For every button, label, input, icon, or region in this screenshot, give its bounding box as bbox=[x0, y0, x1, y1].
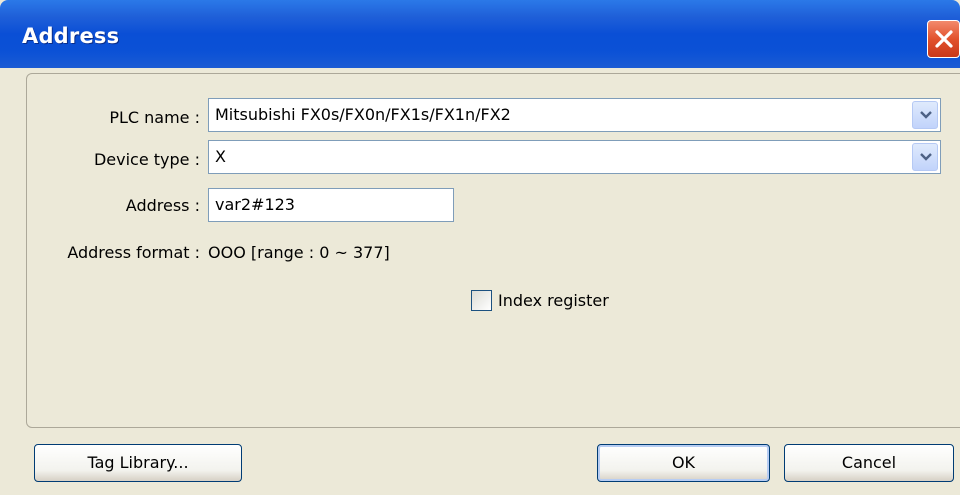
address-format-label: Address format : bbox=[67, 243, 200, 262]
ok-button[interactable]: OK bbox=[597, 444, 770, 482]
plc-name-dropdown[interactable]: Mitsubishi FX0s/FX0n/FX1s/FX1n/FX2 bbox=[208, 98, 941, 132]
index-register-label[interactable]: Index register bbox=[498, 291, 609, 310]
address-label: Address : bbox=[125, 196, 200, 215]
chevron-down-icon bbox=[920, 111, 932, 119]
device-type-dropdown-button[interactable] bbox=[912, 143, 938, 171]
close-button[interactable] bbox=[927, 20, 960, 58]
address-format-value: OOO [range : 0 ~ 377] bbox=[208, 243, 390, 262]
close-icon bbox=[935, 30, 953, 48]
device-type-value: X bbox=[215, 147, 226, 166]
plc-name-label: PLC name : bbox=[109, 108, 200, 127]
index-register-checkbox[interactable] bbox=[471, 290, 492, 311]
device-type-dropdown[interactable]: X bbox=[208, 140, 941, 174]
address-input[interactable]: var2#123 bbox=[208, 188, 454, 222]
tag-library-button[interactable]: Tag Library... bbox=[34, 444, 242, 482]
title-bar[interactable]: Address bbox=[0, 0, 960, 68]
plc-name-dropdown-button[interactable] bbox=[912, 101, 938, 129]
address-dialog: Address PLC name : Mitsubishi FX0s/FX0n/… bbox=[0, 0, 960, 495]
device-type-label: Device type : bbox=[93, 150, 200, 169]
window-title: Address bbox=[22, 24, 120, 48]
chevron-down-icon bbox=[920, 153, 932, 161]
plc-name-value: Mitsubishi FX0s/FX0n/FX1s/FX1n/FX2 bbox=[215, 105, 511, 124]
cancel-button[interactable]: Cancel bbox=[784, 444, 954, 482]
address-value: var2#123 bbox=[215, 195, 295, 214]
